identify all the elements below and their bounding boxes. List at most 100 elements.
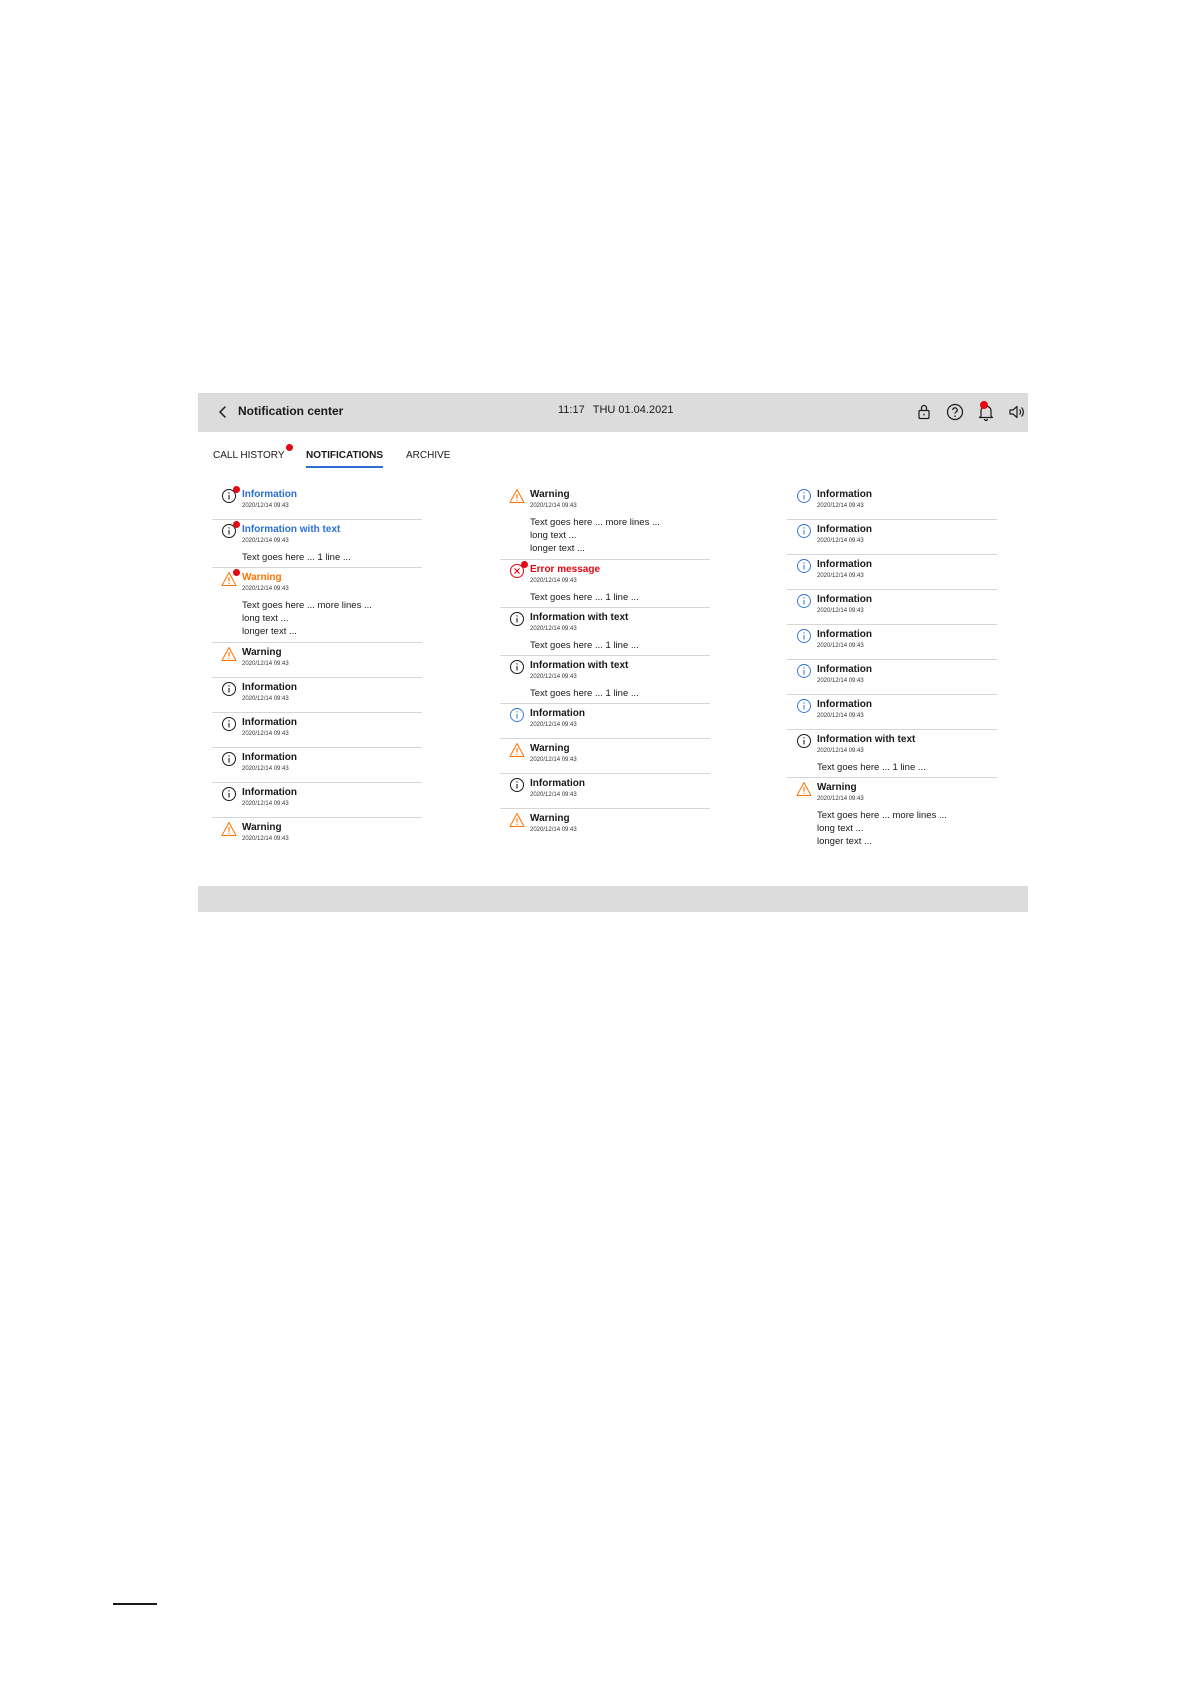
notification-title: Information (817, 524, 872, 535)
notification-text: Text goes here ... 1 line ... (817, 762, 926, 773)
notification-item[interactable]: Information 2020/12/14 09:43 (500, 704, 710, 739)
tab-notifications[interactable]: NOTIFICATIONS (306, 450, 384, 468)
notification-title: Error message (530, 564, 601, 575)
notification-timestamp: 2020/12/14 09:43 (242, 731, 289, 737)
tab-call-history[interactable]: CALL HISTORY (213, 444, 293, 461)
notification-timestamp: 2020/12/14 09:43 (530, 827, 577, 833)
speaker-icon[interactable] (1005, 400, 1029, 424)
notification-timestamp: 2020/12/14 09:43 (242, 836, 289, 842)
notification-timestamp: 2020/12/14 09:43 (242, 766, 289, 772)
tab-archive[interactable]: ARCHIVE (406, 450, 450, 461)
info-icon (797, 594, 811, 608)
notification-text: Text goes here ... more lines ... long t… (530, 517, 660, 554)
notification-timestamp: 2020/12/14 09:43 (530, 674, 577, 680)
notification-timestamp: 2020/12/14 09:43 (817, 678, 864, 684)
notification-item[interactable]: Warning 2020/12/14 09:43 Text goes here ..… (500, 485, 710, 560)
notification-item[interactable]: Warning 2020/12/14 09:43 Text goes here ..… (212, 568, 422, 643)
notification-timestamp: 2020/12/14 09:43 (530, 626, 577, 632)
notification-item[interactable]: Error message 2020/12/14 09:43 Text goes h… (500, 560, 710, 608)
notification-title: Information (242, 787, 297, 798)
active-tab-indicator (306, 466, 384, 468)
notification-timestamp: 2020/12/14 09:43 (530, 722, 577, 728)
unread-badge (521, 561, 528, 568)
tab-label: CALL HISTORY (213, 450, 285, 461)
notification-text: Text goes here ... 1 line ... (530, 688, 639, 699)
notification-timestamp: 2020/12/14 09:43 (817, 643, 864, 649)
notification-column-3: Information 2020/12/14 09:43 Information 20… (787, 485, 997, 852)
notification-item[interactable]: Information 2020/12/14 09:43 (212, 713, 422, 748)
notification-item[interactable]: Information 2020/12/14 09:43 (787, 660, 997, 695)
notification-item[interactable]: Information 2020/12/14 09:43 (787, 625, 997, 660)
notification-item[interactable]: Information 2020/12/14 09:43 (212, 783, 422, 818)
notification-text: Text goes here ... more lines ... long t… (242, 600, 372, 637)
notification-title: Information (817, 629, 872, 640)
notification-title: Information (242, 752, 297, 763)
notification-timestamp: 2020/12/14 09:43 (242, 696, 289, 702)
notification-item[interactable]: Warning 2020/12/14 09:43 (212, 643, 422, 678)
call-history-badge (286, 444, 293, 451)
info-icon (222, 752, 236, 766)
info-icon (222, 717, 236, 731)
warning-icon (509, 489, 525, 503)
unread-badge (233, 486, 240, 493)
notification-title: Information (817, 559, 872, 570)
notification-item[interactable]: Warning 2020/12/14 09:43 (500, 739, 710, 774)
notification-item[interactable]: Warning 2020/12/14 09:43 Text goes here ..… (787, 778, 997, 852)
notification-item[interactable]: Warning 2020/12/14 09:43 (212, 818, 422, 852)
notification-text: Text goes here ... 1 line ... (242, 552, 351, 563)
notification-timestamp: 2020/12/14 09:43 (817, 713, 864, 719)
bell-badge (980, 401, 988, 409)
notification-timestamp: 2020/12/14 09:43 (817, 573, 864, 579)
notification-item[interactable]: Information 2020/12/14 09:43 (787, 695, 997, 730)
info-icon (510, 778, 524, 792)
back-arrow-icon[interactable] (212, 401, 234, 423)
notification-text: Text goes here ... 1 line ... (530, 592, 639, 603)
notification-text: Text goes here ... 1 line ... (530, 640, 639, 651)
notification-timestamp: 2020/12/14 09:43 (242, 586, 289, 592)
notification-title: Information (817, 699, 872, 710)
info-icon (797, 629, 811, 643)
notification-timestamp: 2020/12/14 09:43 (817, 796, 864, 802)
help-icon[interactable] (943, 400, 967, 424)
notification-title: Warning (530, 813, 570, 824)
notification-item[interactable]: Information 2020/12/14 09:43 (787, 520, 997, 555)
notification-timestamp: 2020/12/14 09:43 (817, 748, 864, 754)
info-icon (222, 682, 236, 696)
notification-item[interactable]: Information 2020/12/14 09:43 (212, 678, 422, 713)
info-icon (797, 489, 811, 503)
notification-item[interactable]: Information 2020/12/14 09:43 (787, 555, 997, 590)
notification-title: Information with text (242, 524, 341, 535)
notification-timestamp: 2020/12/14 09:43 (530, 503, 577, 509)
notification-title: Warning (530, 743, 570, 754)
notification-timestamp: 2020/12/14 09:43 (242, 503, 289, 509)
info-icon (510, 612, 524, 626)
notification-title: Information with text (530, 660, 629, 671)
notification-title: Warning (530, 489, 570, 500)
notification-item[interactable]: Information 2020/12/14 09:43 (212, 748, 422, 783)
notification-column-1: Information 2020/12/14 09:43 Information w… (212, 485, 422, 852)
notification-timestamp: 2020/12/14 09:43 (242, 538, 289, 544)
page-title: Notification center (238, 404, 344, 418)
warning-icon (221, 822, 237, 836)
notification-item[interactable]: Information 2020/12/14 09:43 (787, 590, 997, 625)
tab-label: ARCHIVE (406, 450, 451, 461)
top-bar: Notification center 11:17 THU 01.04.2021 (198, 393, 1028, 432)
notification-item[interactable]: Information with text 2020/12/14 09:43 Tex… (500, 608, 710, 656)
notification-item[interactable]: Information with text 2020/12/14 09:43 Tex… (212, 520, 422, 568)
warning-icon (509, 813, 525, 827)
notification-timestamp: 2020/12/14 09:43 (817, 538, 864, 544)
info-icon (510, 708, 524, 722)
lock-icon[interactable] (912, 400, 936, 424)
notification-timestamp: 2020/12/14 09:43 (530, 578, 577, 584)
notification-item[interactable]: Information 2020/12/14 09:43 (787, 485, 997, 520)
notification-item[interactable]: Information with text 2020/12/14 09:43 Tex… (500, 656, 710, 704)
notification-title: Information (242, 489, 297, 500)
notification-title: Information (530, 708, 585, 719)
notification-item[interactable]: Information 2020/12/14 09:43 (500, 774, 710, 809)
notification-title: Information (817, 664, 872, 675)
notification-item[interactable]: Warning 2020/12/14 09:43 (500, 809, 710, 843)
notification-title: Information (817, 594, 872, 605)
tab-label: NOTIFICATIONS (306, 450, 384, 461)
notification-item[interactable]: Information with text 2020/12/14 09:43 Tex… (787, 730, 997, 778)
notification-item[interactable]: Information 2020/12/14 09:43 (212, 485, 422, 520)
